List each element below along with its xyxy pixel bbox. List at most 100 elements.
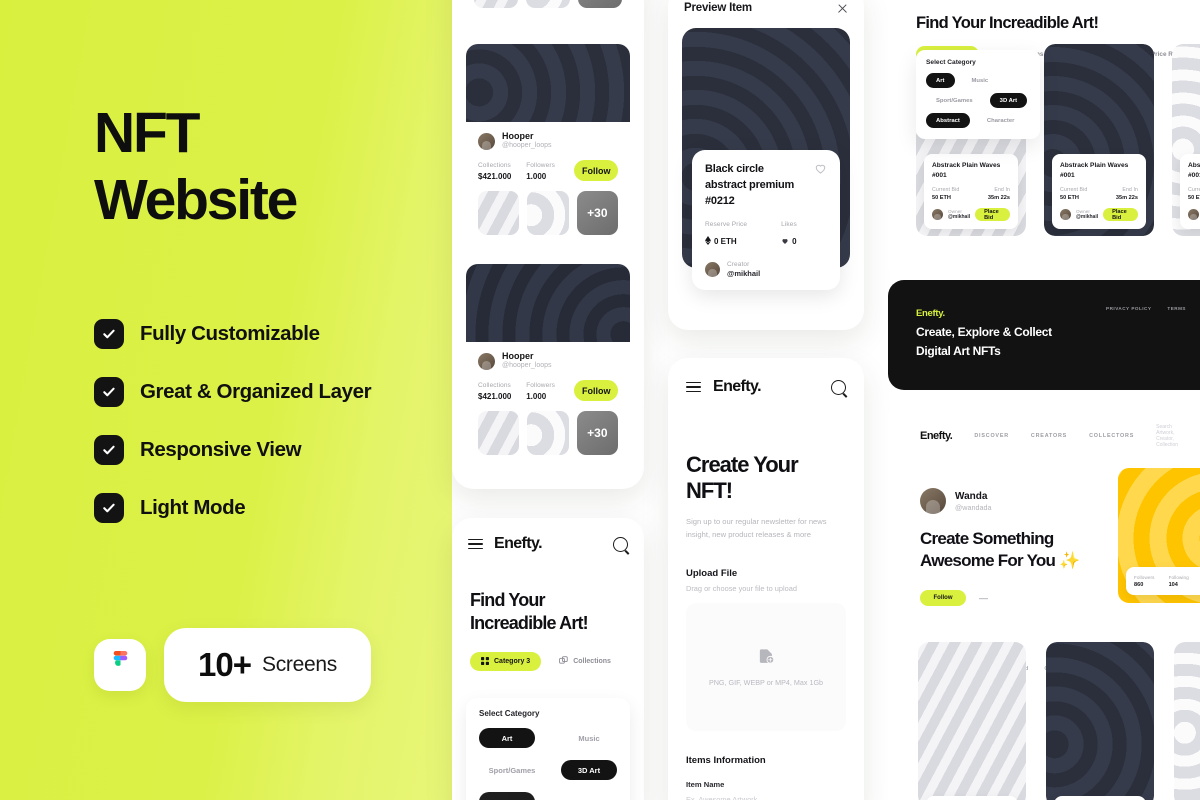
feature-label: Fully Customizable bbox=[140, 322, 320, 345]
hero-panel: NFT Website Fully Customizable Great & O… bbox=[0, 0, 452, 800]
section-title: Find Your Increadible Art! bbox=[916, 14, 1099, 32]
check-icon bbox=[94, 377, 124, 407]
footer-tagline: Create, Explore & Collect Digital Art NF… bbox=[916, 325, 1052, 358]
stat-followers: Followers 1.000 bbox=[526, 162, 555, 181]
category-chip-art[interactable]: Art bbox=[479, 728, 535, 748]
nft-card-info: Abstrack Plain Waves #001 Current Bid 50… bbox=[1052, 154, 1146, 229]
file-dropzone[interactable]: PNG, GIF, WEBP or MP4, Max 1Gb bbox=[686, 602, 846, 731]
category-chip-character[interactable]: Character bbox=[977, 113, 1025, 128]
feature-item: Light Mode bbox=[94, 479, 424, 537]
follow-button[interactable]: Follow bbox=[574, 160, 618, 181]
likes-count: Likes 0 bbox=[781, 221, 797, 250]
creator-name: Hooper bbox=[502, 351, 534, 361]
profile-hero-artwork: Followers 860 Following 104 bbox=[1118, 468, 1200, 603]
thumbnail[interactable] bbox=[527, 411, 569, 455]
category-chip-extra[interactable] bbox=[479, 792, 535, 800]
stat-followers: Followers 860 bbox=[1134, 574, 1155, 588]
thumbnail[interactable] bbox=[527, 191, 569, 235]
preview-item-phone-mockup: Preview Item Black circle abstract premi… bbox=[668, 0, 864, 330]
creators-phone-mockup: +30 Hooper @hooper_loops Collections $42… bbox=[452, 0, 644, 489]
items-information-title: Items Information bbox=[686, 754, 766, 766]
creator-card: Hooper @hooper_loops Collections $421.00… bbox=[466, 44, 630, 246]
nft-card[interactable]: Abstrack Plain Waves #001 Current Bid 50… bbox=[1046, 642, 1154, 800]
section-title: Find Your Increadible Art! bbox=[470, 590, 589, 634]
heart-icon[interactable] bbox=[814, 162, 827, 175]
search-input[interactable]: Search Artwork, Creator, Collection bbox=[1156, 424, 1186, 448]
category-chip-abstract[interactable]: Abstract bbox=[926, 113, 970, 128]
nft-card[interactable]: Abstrack Plain Waves #001 bbox=[1174, 642, 1200, 800]
avatar bbox=[478, 132, 495, 150]
avatar bbox=[932, 209, 943, 220]
creator-banner bbox=[466, 264, 630, 342]
creator-card-partial: +30 bbox=[466, 0, 630, 8]
eth-icon bbox=[705, 232, 711, 250]
avatar bbox=[1188, 209, 1199, 220]
screens-count-pill: 10+ Screens bbox=[164, 628, 371, 702]
stat-collections: Collections $421.000 bbox=[478, 382, 512, 401]
place-bid-button[interactable]: Place Bid bbox=[1103, 208, 1138, 221]
heart-icon bbox=[781, 232, 789, 250]
footer-link-privacy[interactable]: PRIVACY POLICY bbox=[1106, 306, 1151, 311]
close-icon[interactable] bbox=[837, 3, 848, 14]
nft-card[interactable]: Abstrack Plain Waves #001 Current Bid 50… bbox=[1172, 44, 1200, 236]
grid-icon bbox=[481, 656, 489, 667]
screens-badge: 10+ Screens bbox=[94, 628, 371, 702]
thumbnail[interactable] bbox=[474, 0, 518, 8]
nft-title: Abstrack Plain Waves #001 bbox=[1188, 162, 1200, 180]
ellipsis-icon[interactable]: — bbox=[979, 593, 989, 603]
more-thumbnails[interactable]: +30 bbox=[576, 411, 618, 455]
filter-category[interactable]: Category 3 bbox=[470, 652, 542, 672]
filter-label: Category 3 bbox=[494, 658, 531, 666]
nft-card[interactable]: Abstrack Plain Waves #001 Current Bid 50… bbox=[1044, 44, 1154, 236]
creator-handle: @hooper_loops bbox=[502, 362, 552, 370]
preview-detail-card: Black circle abstract premium #0212 Rese… bbox=[692, 150, 840, 290]
category-chip-sport-games[interactable]: Sport/Games bbox=[926, 93, 983, 108]
item-name-input[interactable]: Ex. Awesome Artwork bbox=[686, 795, 846, 800]
find-art-desktop-mockup: Find Your Increadible Art! Category 3 Co… bbox=[888, 0, 1200, 280]
nft-card[interactable]: Abstrack Plain Waves #001 Current Bid 50… bbox=[918, 642, 1026, 800]
profile-headline: Create Something Awesome For You ✨ bbox=[920, 529, 1080, 571]
brand-logo: Enefty. bbox=[920, 430, 953, 442]
search-icon[interactable] bbox=[831, 379, 846, 395]
place-bid-button[interactable]: Place Bid bbox=[975, 208, 1010, 221]
category-chip-sport-games[interactable]: Sport/Games bbox=[479, 766, 545, 775]
nft-title: Abstrack Plain Waves #001 bbox=[932, 162, 1001, 180]
more-thumbnails[interactable]: +30 bbox=[578, 0, 622, 8]
feature-item: Great & Organized Layer bbox=[94, 363, 424, 421]
follow-button[interactable]: Follow bbox=[920, 589, 966, 606]
check-icon bbox=[94, 435, 124, 465]
screens-count: 10+ bbox=[198, 646, 252, 683]
section-subtitle: Sign up to our regular newsletter for ne… bbox=[686, 517, 827, 540]
search-icon[interactable] bbox=[613, 536, 628, 552]
thumbnail[interactable] bbox=[526, 0, 570, 8]
stat-following: Following 104 bbox=[1168, 574, 1189, 588]
thumbnail[interactable] bbox=[478, 191, 520, 235]
brand-logo: Enefty. bbox=[713, 378, 762, 395]
category-chip-3d-art[interactable]: 3D Art bbox=[561, 760, 617, 780]
creator-label: Creator bbox=[727, 261, 750, 268]
hamburger-icon[interactable] bbox=[686, 381, 701, 393]
more-thumbnails[interactable]: +30 bbox=[576, 191, 618, 235]
nav-discover[interactable]: DISCOVER bbox=[974, 433, 1009, 439]
nav-creators[interactable]: CREATORS bbox=[1031, 433, 1067, 439]
create-nft-phone-mockup: Enefty. Create Your NFT! Sign up to our … bbox=[668, 358, 864, 800]
category-chip-art[interactable]: Art bbox=[926, 73, 955, 88]
category-chip-music[interactable]: Music bbox=[962, 73, 999, 88]
hamburger-icon[interactable] bbox=[468, 538, 483, 550]
preview-title: Preview Item bbox=[684, 2, 752, 14]
follow-button[interactable]: Follow bbox=[574, 380, 618, 401]
category-chip-3d-art[interactable]: 3D Art bbox=[989, 93, 1028, 108]
avatar bbox=[1060, 209, 1071, 220]
filter-collections[interactable]: Collections bbox=[553, 652, 617, 671]
footer-link-terms[interactable]: TERMS bbox=[1167, 306, 1186, 311]
reserve-price: Reserve Price 0 ETH bbox=[705, 221, 747, 250]
layers-icon bbox=[559, 656, 568, 667]
category-chip-music[interactable]: Music bbox=[561, 734, 617, 743]
thumbnail[interactable] bbox=[478, 411, 520, 455]
stat-followers: Followers 1.000 bbox=[526, 382, 555, 401]
creator-handle: @mikhail bbox=[727, 269, 761, 278]
feature-label: Light Mode bbox=[140, 496, 246, 519]
nft-card-info: Abstrack Plain Waves #001 Current Bid 50… bbox=[926, 796, 1018, 800]
nav-collectors[interactable]: COLLECTORS bbox=[1089, 433, 1134, 439]
nft-title: Abstrack Plain Waves #001 bbox=[1060, 162, 1129, 180]
